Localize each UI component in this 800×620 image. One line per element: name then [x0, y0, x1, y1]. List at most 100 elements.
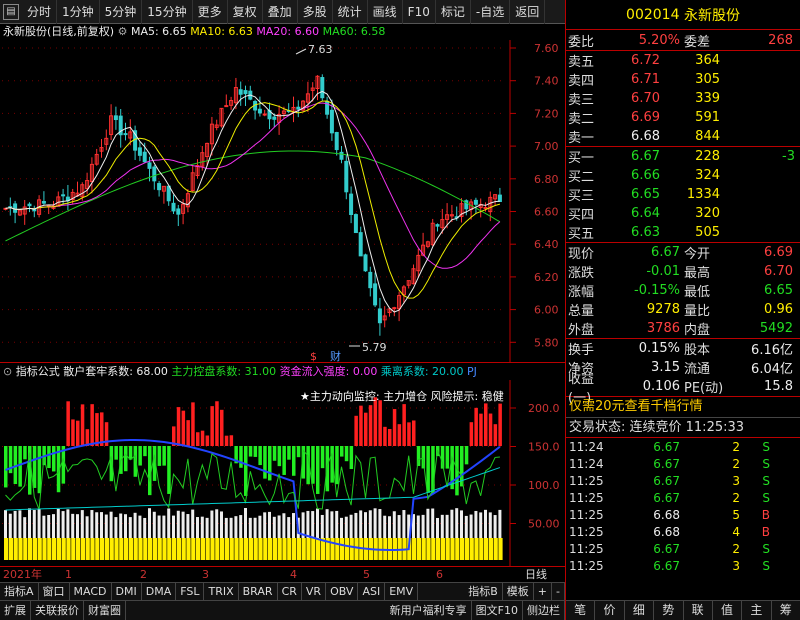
- tab-15min[interactable]: 15分钟: [142, 0, 193, 24]
- bid-row[interactable]: 买五 6.63 505: [566, 223, 800, 242]
- indicator-bar: [412, 420, 416, 446]
- tab-trades[interactable]: 笔: [566, 601, 596, 620]
- volume-bar: [234, 516, 238, 538]
- tab-linked[interactable]: 联: [684, 601, 713, 620]
- retail-bar: [18, 538, 23, 560]
- info-row: 总量 9278 量比 0.96: [566, 300, 800, 319]
- indicator-bar: [167, 446, 171, 494]
- new-user-benefit-link[interactable]: 新用户福利专享: [386, 601, 472, 620]
- bid-row[interactable]: 买二 6.66 324: [566, 166, 800, 185]
- more-button[interactable]: 更多: [193, 0, 228, 24]
- indicator-bar: [426, 446, 430, 493]
- indicator-bar: [210, 406, 214, 446]
- tab-trix[interactable]: TRIX: [204, 583, 239, 600]
- tab-main[interactable]: 主: [742, 601, 772, 620]
- ask-row[interactable]: 卖三 6.70 339: [566, 89, 800, 108]
- retail-bar: [258, 538, 263, 560]
- tab-5min[interactable]: 5分钟: [100, 0, 143, 24]
- indicator-bar: [402, 404, 406, 446]
- sidebar-toggle[interactable]: 侧边栏: [523, 601, 565, 620]
- multi-stock-button[interactable]: 多股: [298, 0, 333, 24]
- tab-vr[interactable]: VR: [302, 583, 327, 600]
- tab-indicator-a[interactable]: 指标A: [0, 583, 39, 600]
- ask-row[interactable]: 卖五 6.72 364: [566, 51, 800, 70]
- indicator-bar: [244, 446, 248, 496]
- menu-icon[interactable]: ▤: [3, 3, 19, 20]
- tab-dmi[interactable]: DMI: [112, 583, 142, 600]
- dividend-icon[interactable]: $: [310, 350, 317, 362]
- back-button[interactable]: 返回: [510, 0, 546, 24]
- retail-bar: [464, 538, 469, 560]
- f10-button[interactable]: F10: [403, 0, 436, 24]
- candle: [339, 151, 344, 160]
- month-4: 4: [290, 568, 297, 581]
- ask-row[interactable]: 卖二 6.69 591: [566, 108, 800, 127]
- retail-bar: [124, 538, 129, 560]
- tab-fsl[interactable]: FSL: [176, 583, 205, 600]
- retail-bar: [426, 538, 431, 560]
- tab-asi[interactable]: ASI: [358, 583, 386, 600]
- stats-button[interactable]: 统计: [333, 0, 368, 24]
- tab-chips[interactable]: 筹: [772, 601, 800, 620]
- bid-row[interactable]: 买四 6.64 320: [566, 204, 800, 223]
- info-row: 外盘 3786 内盘 5492: [566, 319, 800, 338]
- tab-related-quotes[interactable]: 关联报价: [31, 601, 84, 620]
- tab-emv[interactable]: EMV: [385, 583, 419, 600]
- retail-bar: [229, 538, 234, 560]
- tab-dma[interactable]: DMA: [142, 583, 177, 600]
- candle: [257, 108, 262, 114]
- retail-bar: [80, 538, 85, 560]
- retail-bar: [172, 538, 177, 560]
- tab-indicator-b[interactable]: 指标B: [464, 583, 503, 600]
- indicator-chart[interactable]: 200.0 150.0 100.0 50.00 ★主力动向监控: 主力增仓 风险提示:…: [0, 380, 565, 566]
- collapse-icon[interactable]: ⊙: [3, 365, 12, 378]
- tab-template[interactable]: 模板: [503, 583, 534, 600]
- tab-macd[interactable]: MACD: [70, 583, 112, 600]
- tab-value[interactable]: 值: [713, 601, 743, 620]
- tab-f10-graphic[interactable]: 图文F10: [472, 601, 523, 620]
- indicator-bar: [47, 446, 51, 469]
- retail-bar: [56, 538, 61, 560]
- period-label[interactable]: 日线: [525, 567, 547, 582]
- fuquan-button[interactable]: 复权: [228, 0, 263, 24]
- settings-icon[interactable]: ⚙: [118, 25, 128, 38]
- webi-row: 委比 5.20% 委差 268: [566, 30, 800, 50]
- retail-bar: [37, 538, 42, 560]
- tick-time: 11:25: [569, 558, 604, 573]
- tick-side: S: [762, 558, 770, 573]
- watchlist-button[interactable]: -自选: [471, 0, 511, 24]
- webi-value: 5.20%: [638, 32, 680, 48]
- bid-row[interactable]: 买一 6.67 228 -3: [566, 147, 800, 166]
- tab-brar[interactable]: BRAR: [239, 583, 278, 600]
- volume-bar: [37, 508, 41, 538]
- volume-bar: [378, 509, 382, 538]
- indicator-formula-label[interactable]: 指标公式: [16, 365, 60, 378]
- info-value: 6.70: [764, 264, 793, 279]
- tab-wealth-circle[interactable]: 财富圈: [84, 601, 126, 620]
- overlay-button[interactable]: 叠加: [263, 0, 298, 24]
- tab-fenshi[interactable]: 分时: [22, 0, 58, 24]
- promo-link[interactable]: 仅需20元查看千档行情: [566, 397, 800, 417]
- tab-obv[interactable]: OBV: [326, 583, 359, 600]
- tab-extend[interactable]: 扩展: [0, 601, 31, 620]
- tab-trend[interactable]: 势: [654, 601, 684, 620]
- ask-label: 卖四: [568, 74, 595, 89]
- kline-chart[interactable]: 7.60 7.40 7.20 7.00 6.80 6.60 6.40 6.20 6.00 5.80…: [0, 40, 565, 362]
- tab-window[interactable]: 窗口: [39, 583, 70, 600]
- draw-line-button[interactable]: 画线: [368, 0, 403, 24]
- volume-bar: [277, 515, 281, 538]
- mark-button[interactable]: 标记: [436, 0, 471, 24]
- retail-bar: [287, 538, 292, 560]
- finance-icon[interactable]: 财: [330, 349, 341, 362]
- tab-1min[interactable]: 1分钟: [57, 0, 100, 24]
- ask-row[interactable]: 卖四 6.71 305: [566, 70, 800, 89]
- bid-row[interactable]: 买三 6.65 1334: [566, 185, 800, 204]
- tab-price[interactable]: 价: [595, 601, 625, 620]
- ask-row[interactable]: 卖一 6.68 844: [566, 127, 800, 146]
- tab-detail[interactable]: 细: [625, 601, 655, 620]
- retail-bar: [181, 538, 186, 560]
- remove-button[interactable]: -: [552, 583, 565, 600]
- tab-cr[interactable]: CR: [278, 583, 302, 600]
- indicator-bar: [114, 446, 118, 460]
- add-button[interactable]: +: [534, 583, 553, 600]
